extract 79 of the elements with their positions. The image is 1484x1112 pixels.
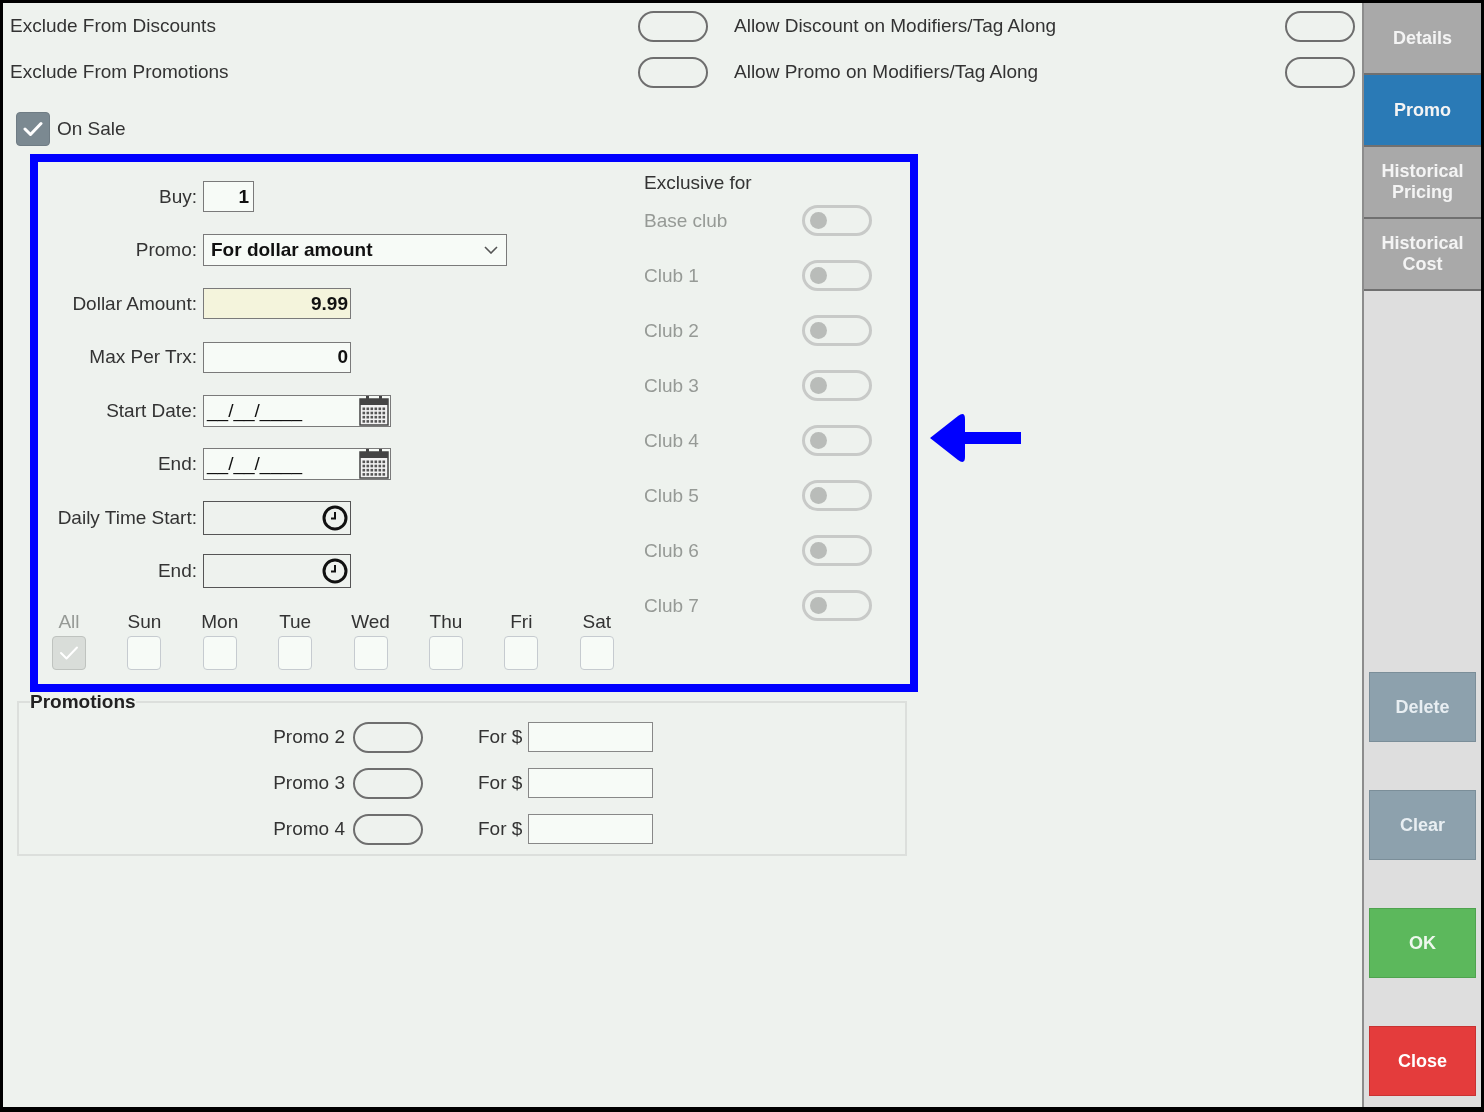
option-label: Allow Discount on Modifiers/Tag Along <box>734 15 1058 37</box>
left-arrow-icon <box>929 413 1021 463</box>
toggle-switch[interactable] <box>1285 10 1355 42</box>
field-label: End: <box>156 453 197 476</box>
club-label: Base club <box>644 209 729 232</box>
field-label: Max Per Trx: <box>88 346 197 369</box>
field-label: Daily Time Start: <box>56 506 197 529</box>
option-label: Exclude From Promotions <box>10 61 230 83</box>
club-label: Club 2 <box>644 319 700 342</box>
club-label: Club 3 <box>644 374 700 397</box>
option-label: Allow Promo on Modifiers/Tag Along <box>734 61 1040 83</box>
toggle-switch[interactable] <box>1285 56 1355 88</box>
price-field[interactable] <box>528 722 653 752</box>
club-label: Club 4 <box>644 429 700 452</box>
clock-icon[interactable] <box>322 504 348 531</box>
field-label: Buy: <box>157 185 197 208</box>
ok-button[interactable]: OK <box>1369 908 1476 978</box>
field-label: Dollar Amount: <box>71 292 197 315</box>
time-field[interactable] <box>203 500 351 535</box>
checkbox[interactable] <box>16 112 50 146</box>
day-checkbox[interactable] <box>428 636 463 670</box>
time-field[interactable] <box>203 554 351 589</box>
club-label: Club 6 <box>644 539 700 562</box>
date-field[interactable]: __/__/____ <box>203 394 391 427</box>
price-field[interactable] <box>528 814 653 844</box>
day-label: Mon <box>201 612 239 632</box>
day-checkbox[interactable] <box>202 636 237 670</box>
toggle-switch[interactable] <box>353 813 423 845</box>
tab[interactable]: Historical Pricing <box>1364 147 1481 219</box>
check-icon <box>59 645 79 661</box>
day-checkbox[interactable] <box>127 636 162 670</box>
option-label: Exclude From Discounts <box>10 15 217 37</box>
tab[interactable]: Details <box>1364 3 1481 75</box>
number-field[interactable]: 0 <box>203 341 351 373</box>
day-checkbox[interactable] <box>579 636 614 670</box>
toggle-switch[interactable] <box>638 10 708 42</box>
promo-label: Promo 2 <box>272 726 345 748</box>
date-field[interactable]: __/__/____ <box>203 448 391 481</box>
clock-icon[interactable] <box>322 558 348 585</box>
check-icon <box>23 121 43 137</box>
toggle-switch[interactable] <box>638 56 708 88</box>
toggle-switch[interactable] <box>353 767 423 799</box>
day-label: Tue <box>279 612 312 632</box>
dropdown[interactable]: For dollar amount <box>203 234 507 267</box>
group-title: Promotions <box>30 692 136 712</box>
price-label: For $ <box>478 818 522 840</box>
day-checkbox[interactable] <box>278 636 313 670</box>
number-field[interactable]: 1 <box>203 181 254 213</box>
day-checkbox[interactable] <box>353 636 388 670</box>
promo-label: Promo 3 <box>272 772 345 794</box>
day-label: All <box>58 612 80 632</box>
club-label: Club 1 <box>644 264 700 287</box>
day-label: Thu <box>429 612 463 632</box>
price-field[interactable] <box>528 768 653 798</box>
calendar-icon[interactable] <box>359 395 389 426</box>
price-label: For $ <box>478 772 522 794</box>
field-label: End: <box>156 560 197 583</box>
day-label: Fri <box>510 612 533 632</box>
day-label: Sun <box>127 612 162 632</box>
club-label: Club 7 <box>644 594 700 617</box>
field-label: Start Date: <box>105 399 197 422</box>
tab[interactable]: Promo <box>1364 75 1481 147</box>
price-label: For $ <box>478 726 522 748</box>
close-button[interactable]: Close <box>1369 1026 1476 1096</box>
club-label: Club 5 <box>644 484 700 507</box>
clear-button[interactable]: Clear <box>1369 790 1476 860</box>
section-title: Exclusive for <box>644 173 753 193</box>
number-field[interactable]: 9.99 <box>203 288 351 320</box>
toggle-switch[interactable] <box>353 721 423 753</box>
checkbox-label: On Sale <box>57 118 126 140</box>
caret-icon <box>484 246 498 255</box>
day-label: Wed <box>351 612 390 632</box>
calendar-icon[interactable] <box>359 449 389 480</box>
day-label: Sat <box>582 612 611 632</box>
delete-button[interactable]: Delete <box>1369 672 1476 742</box>
field-label: Promo: <box>134 239 197 262</box>
promo-label: Promo 4 <box>272 818 345 840</box>
day-checkbox[interactable] <box>504 636 539 670</box>
tab[interactable]: Historical Cost <box>1364 219 1481 291</box>
